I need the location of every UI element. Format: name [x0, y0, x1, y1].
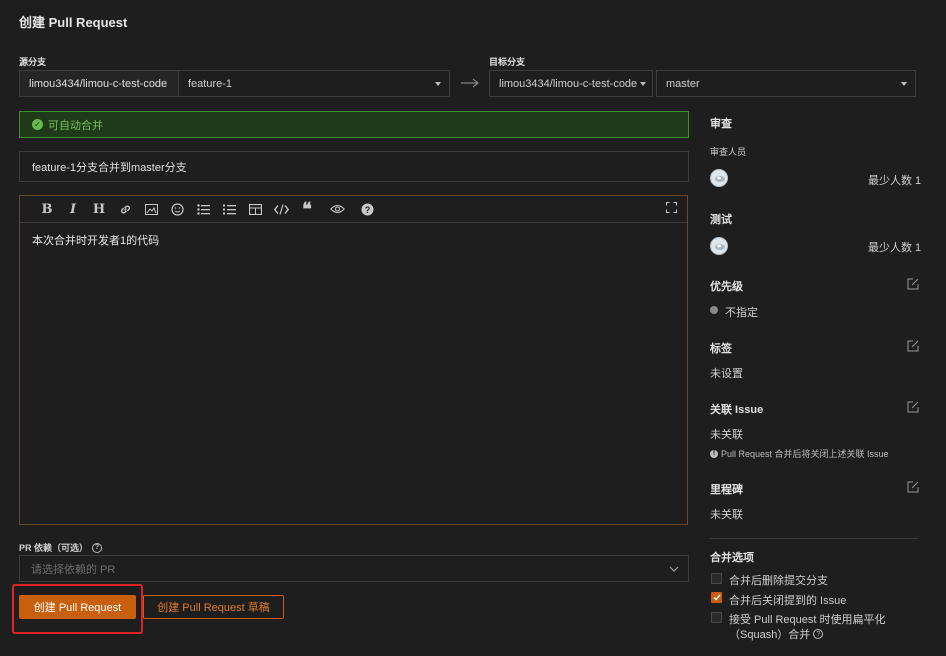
preview-icon[interactable] — [324, 199, 350, 219]
svg-text:?: ? — [364, 204, 370, 214]
issue-value: 未关联 — [710, 429, 743, 441]
create-draft-pr-button[interactable]: 创建 Pull Request 草稿 — [143, 595, 284, 619]
help-icon[interactable]: ? — [354, 199, 380, 219]
edit-labels-icon[interactable] — [907, 340, 919, 355]
bullet-list-icon[interactable] — [190, 199, 216, 219]
merge-status-text: 可自动合并 — [48, 119, 103, 132]
emoji-icon[interactable] — [164, 199, 190, 219]
squash-label-text: （Squash）合并 — [729, 629, 811, 641]
issue-note: ! Pull Request 合并后将关闭上述关联 Issue — [710, 447, 889, 460]
image-icon[interactable] — [138, 199, 164, 219]
close-issue-checkbox[interactable] — [711, 592, 722, 603]
italic-icon[interactable]: I — [60, 199, 86, 219]
squash-checkbox[interactable] — [711, 612, 722, 623]
chevron-down-icon — [669, 564, 679, 576]
issue-heading: 关联 Issue — [710, 404, 764, 416]
fullscreen-icon[interactable] — [666, 202, 677, 216]
heading-icon[interactable]: H — [86, 199, 112, 219]
check-circle-icon: ✓ — [32, 119, 43, 130]
pr-body-text[interactable]: 本次合并时开发者1的代码 — [20, 223, 687, 257]
create-pr-button[interactable]: 创建 Pull Request — [19, 595, 136, 619]
milestone-heading: 里程碑 — [710, 484, 743, 496]
quote-icon[interactable]: ❝ — [294, 199, 320, 220]
priority-heading: 优先级 — [710, 281, 743, 293]
code-icon[interactable] — [268, 199, 294, 219]
target-branch-value: master — [666, 77, 700, 90]
numbered-list-icon[interactable] — [216, 199, 242, 219]
issue-note-text: Pull Request 合并后将关闭上述关联 Issue — [721, 449, 889, 459]
markdown-editor[interactable]: B I H ❝ ? 本次合并时开发者1的代码 — [19, 195, 688, 525]
reviewer-avatar[interactable] — [710, 169, 728, 187]
review-heading: 审查 — [710, 118, 732, 130]
caret-down-icon — [435, 81, 441, 86]
squash-label-line2: （Squash）合并 ? — [729, 626, 824, 642]
review-min-count: 最少人数 1 — [868, 175, 922, 187]
dependency-placeholder: 请选择依赖的 PR — [31, 563, 116, 576]
labels-value: 未设置 — [710, 368, 743, 380]
source-branch-select[interactable]: feature-1 — [178, 70, 450, 97]
priority-value: 不指定 — [725, 307, 758, 319]
arrow-right-icon — [460, 77, 480, 91]
source-branch-value: feature-1 — [188, 77, 233, 90]
info-icon: ! — [710, 449, 718, 458]
dependency-label-text: PR 依赖（可选） — [19, 543, 89, 553]
test-heading: 测试 — [710, 214, 732, 226]
close-issue-label: 合并后关闭提到的 Issue — [729, 595, 847, 607]
dependency-select[interactable]: 请选择依赖的 PR — [19, 555, 689, 582]
dependency-label: PR 依赖（可选） ? — [19, 541, 103, 554]
caret-down-icon — [901, 81, 907, 86]
target-repo-select[interactable]: limou3434/limou-c-test-code — [489, 70, 653, 97]
target-branch-select[interactable]: master — [656, 70, 916, 97]
bold-icon[interactable]: B — [34, 199, 60, 219]
edit-issue-icon[interactable] — [907, 401, 919, 416]
merge-options-heading: 合并选项 — [710, 552, 754, 564]
sidebar-divider — [709, 538, 918, 539]
editor-toolbar: B I H ❝ ? — [20, 196, 687, 223]
squash-label: 接受 Pull Request 时使用扁平化 — [729, 614, 886, 626]
priority-dot — [710, 306, 718, 314]
question-circle-icon[interactable]: ? — [92, 542, 103, 553]
target-branch-label: 目标分支 — [489, 57, 526, 67]
milestone-value: 未关联 — [710, 509, 743, 521]
edit-priority-icon[interactable] — [907, 278, 919, 293]
link-icon[interactable] — [112, 199, 138, 219]
page-title: 创建 Pull Request — [19, 15, 128, 30]
tester-avatar[interactable] — [710, 237, 728, 255]
delete-branch-label: 合并后删除提交分支 — [729, 575, 828, 587]
delete-branch-checkbox[interactable] — [711, 573, 722, 584]
caret-down-icon — [640, 81, 646, 86]
question-circle-icon[interactable]: ? — [813, 629, 824, 639]
pr-title-input[interactable]: feature-1分支合并到master分支 — [19, 151, 689, 182]
source-branch-label: 源分支 — [19, 57, 47, 67]
merge-status-banner: ✓ 可自动合并 — [19, 111, 689, 138]
check-icon — [713, 594, 721, 601]
edit-milestone-icon[interactable] — [907, 481, 919, 496]
labels-heading: 标签 — [710, 343, 732, 355]
reviewers-label: 审查人员 — [710, 147, 747, 157]
test-min-count: 最少人数 1 — [868, 242, 922, 254]
target-repo-value: limou3434/limou-c-test-code — [499, 77, 638, 90]
source-repo: limou3434/limou-c-test-code — [19, 70, 179, 97]
table-icon[interactable] — [242, 199, 268, 219]
